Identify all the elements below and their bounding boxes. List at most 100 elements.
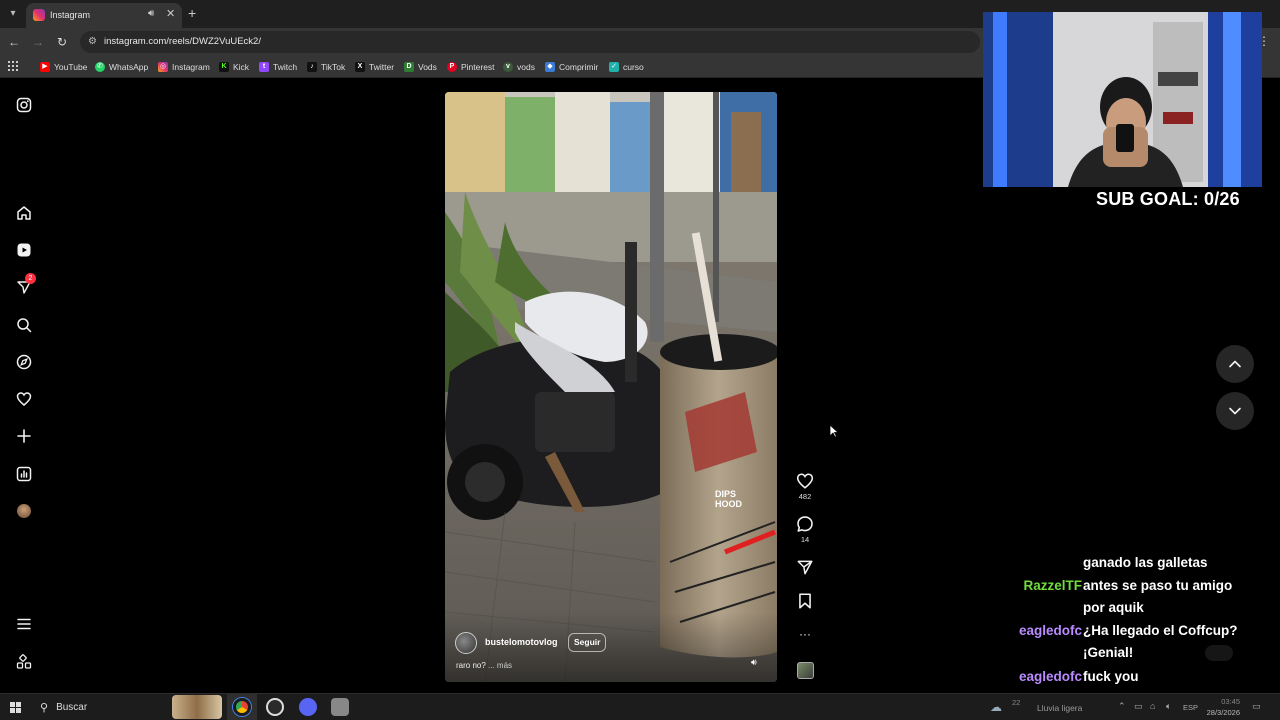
svg-text:DIPS: DIPS xyxy=(715,489,736,499)
bookmark-vods[interactable]: D Vods xyxy=(404,61,437,73)
chat-username: eagledofc xyxy=(1018,623,1082,638)
cloud-rain-icon: ☁ xyxy=(990,700,1002,714)
more-options-icon[interactable]: ··· xyxy=(790,628,820,640)
volume-icon[interactable]: 🔊︎ xyxy=(751,657,757,668)
back-icon[interactable]: ← xyxy=(6,34,22,50)
plus-icon[interactable] xyxy=(14,426,34,446)
notifications-icon[interactable]: ▭ xyxy=(1252,701,1261,720)
comprimir-icon: ◆ xyxy=(545,62,555,72)
discord-icon[interactable] xyxy=(299,698,317,716)
bookmark-twitter[interactable]: X Twitter xyxy=(355,61,394,73)
caption-text: raro no? xyxy=(456,661,486,670)
app-icon[interactable] xyxy=(331,698,349,716)
bookmark-twitch[interactable]: t Twitch xyxy=(259,61,297,73)
bookmark-label: vods xyxy=(517,62,535,72)
mouse-cursor-icon xyxy=(829,424,839,438)
address-bar[interactable]: ⚙ instagram.com/reels/DWZ2VuUEck2/ xyxy=(80,31,980,53)
bookmark-kick[interactable]: K Kick xyxy=(219,61,249,73)
tab-audio-icon[interactable]: 🔊︎ xyxy=(148,8,154,19)
screen: ▾ Instagram 🔊︎ ✕ + ← → ↻ ⚙ instagram.com… xyxy=(0,0,1280,720)
compass-icon[interactable] xyxy=(14,352,34,372)
weather-widget[interactable]: ☁ 22 Lluvia ligera xyxy=(990,694,1100,720)
bookmark-youtube[interactable]: ▶ YouTube xyxy=(40,61,87,73)
apps-grid-icon[interactable] xyxy=(8,61,18,71)
bookmark-label: Instagram xyxy=(172,62,210,72)
chat-text: antes se paso tu amigo xyxy=(1083,578,1233,593)
bookmark-comprimir[interactable]: ◆ Comprimir xyxy=(545,61,598,73)
reel-gradient xyxy=(445,612,777,682)
share-button[interactable] xyxy=(790,558,820,576)
vods2-icon: v xyxy=(503,62,513,72)
heart-icon[interactable] xyxy=(14,389,34,409)
clock-date: 28/3/2026 xyxy=(1206,708,1240,717)
instagram-logo-icon[interactable] xyxy=(14,95,34,115)
avatar xyxy=(17,504,31,518)
x-icon: X xyxy=(355,62,365,72)
reels-icon[interactable] xyxy=(14,240,34,260)
site-info-icon[interactable]: ⚙ xyxy=(88,36,97,47)
obs-icon[interactable] xyxy=(266,698,284,716)
messages-badge: 2 xyxy=(25,273,36,284)
profile-link[interactable] xyxy=(14,501,34,521)
tab-search-chevron-icon[interactable]: ▾ xyxy=(4,5,22,23)
bookmark-pinterest[interactable]: P Pinterest xyxy=(447,61,495,73)
bookmark-label: Twitter xyxy=(369,62,395,72)
clock-time: 03:45 xyxy=(1221,697,1240,706)
whatsapp-icon: ✆ xyxy=(95,62,105,72)
forward-icon[interactable]: → xyxy=(30,34,46,50)
chevron-up-icon: ⌃ xyxy=(1118,701,1126,711)
chat-text: ganado las galletas xyxy=(1083,555,1208,570)
webcam-overlay xyxy=(983,12,1262,187)
bookmark-label: Comprimir xyxy=(559,62,599,72)
follow-button[interactable]: Seguir xyxy=(568,633,607,652)
sub-goal-counter: SUB GOAL: 0/26 xyxy=(1096,189,1240,209)
comment-icon xyxy=(797,516,813,532)
tiktok-icon: ♪ xyxy=(307,62,317,72)
reel-caption: raro no? ... más xyxy=(456,661,512,670)
tab-instagram[interactable]: Instagram 🔊︎ ✕ xyxy=(26,3,182,28)
bookmark-curso[interactable]: ✓ curso xyxy=(609,61,644,73)
audio-thumbnail[interactable] xyxy=(797,662,814,679)
tab-close-icon[interactable]: ✕ xyxy=(166,7,175,20)
taskbar-search-highlight[interactable] xyxy=(172,695,222,719)
reload-icon[interactable]: ↻ xyxy=(54,34,70,50)
previous-reel-button[interactable] xyxy=(1216,345,1254,383)
menu-icon[interactable] xyxy=(14,614,34,634)
home-icon[interactable] xyxy=(14,203,34,223)
volume-icon: 🔈︎ xyxy=(1166,701,1172,711)
bookmark-whatsapp[interactable]: ✆ WhatsApp xyxy=(95,61,148,73)
share-icon xyxy=(797,560,813,575)
language-indicator[interactable]: ESP xyxy=(1183,703,1198,715)
bookmark-instagram[interactable]: ◎ Instagram xyxy=(158,61,210,73)
save-button[interactable] xyxy=(790,592,820,610)
search-icon[interactable] xyxy=(14,315,34,335)
chevron-up-icon xyxy=(1229,360,1241,368)
url-text: instagram.com/reels/DWZ2VuUEck2/ xyxy=(104,36,261,47)
taskbar-search-label: Buscar xyxy=(56,701,88,713)
chrome-icon[interactable] xyxy=(233,698,251,716)
bookmark-tiktok[interactable]: ♪ TikTok xyxy=(307,61,345,73)
bookmark-label: WhatsApp xyxy=(109,62,149,72)
kick-icon: K xyxy=(219,62,229,72)
bookmark-label: YouTube xyxy=(54,62,88,72)
messages-icon[interactable]: 2 xyxy=(14,273,36,297)
author-username[interactable]: bustelomotovlog xyxy=(485,637,558,647)
chat-text: ¿Ha llegado el Coffcup? xyxy=(1083,623,1238,638)
clock[interactable]: 03:45 28/3/2026 xyxy=(1206,694,1246,720)
new-tab-icon[interactable]: + xyxy=(188,5,196,21)
bookmark-vods2[interactable]: v vods xyxy=(503,61,535,73)
next-reel-button[interactable] xyxy=(1216,392,1254,430)
dashboard-icon[interactable] xyxy=(14,464,34,484)
author-avatar[interactable] xyxy=(455,632,477,654)
chevron-down-icon xyxy=(1229,407,1241,415)
caption-more-link[interactable]: ... más xyxy=(488,661,512,670)
meta-apps-icon[interactable] xyxy=(14,652,34,672)
reel-video[interactable]: DIPS HOOD bustelomotovlog Seguir raro no… xyxy=(445,92,777,682)
like-button[interactable]: 482 xyxy=(790,472,820,501)
comment-button[interactable]: 14 xyxy=(790,515,820,544)
chat-text: ¡Genial! xyxy=(1083,645,1134,660)
system-tray-icons[interactable]: ⌃ ▭ ⌂ 🔈︎ xyxy=(1118,694,1178,720)
instagram-sidebar: 2 xyxy=(0,79,48,693)
curso-icon: ✓ xyxy=(609,62,619,72)
windows-start-icon[interactable] xyxy=(10,702,21,713)
